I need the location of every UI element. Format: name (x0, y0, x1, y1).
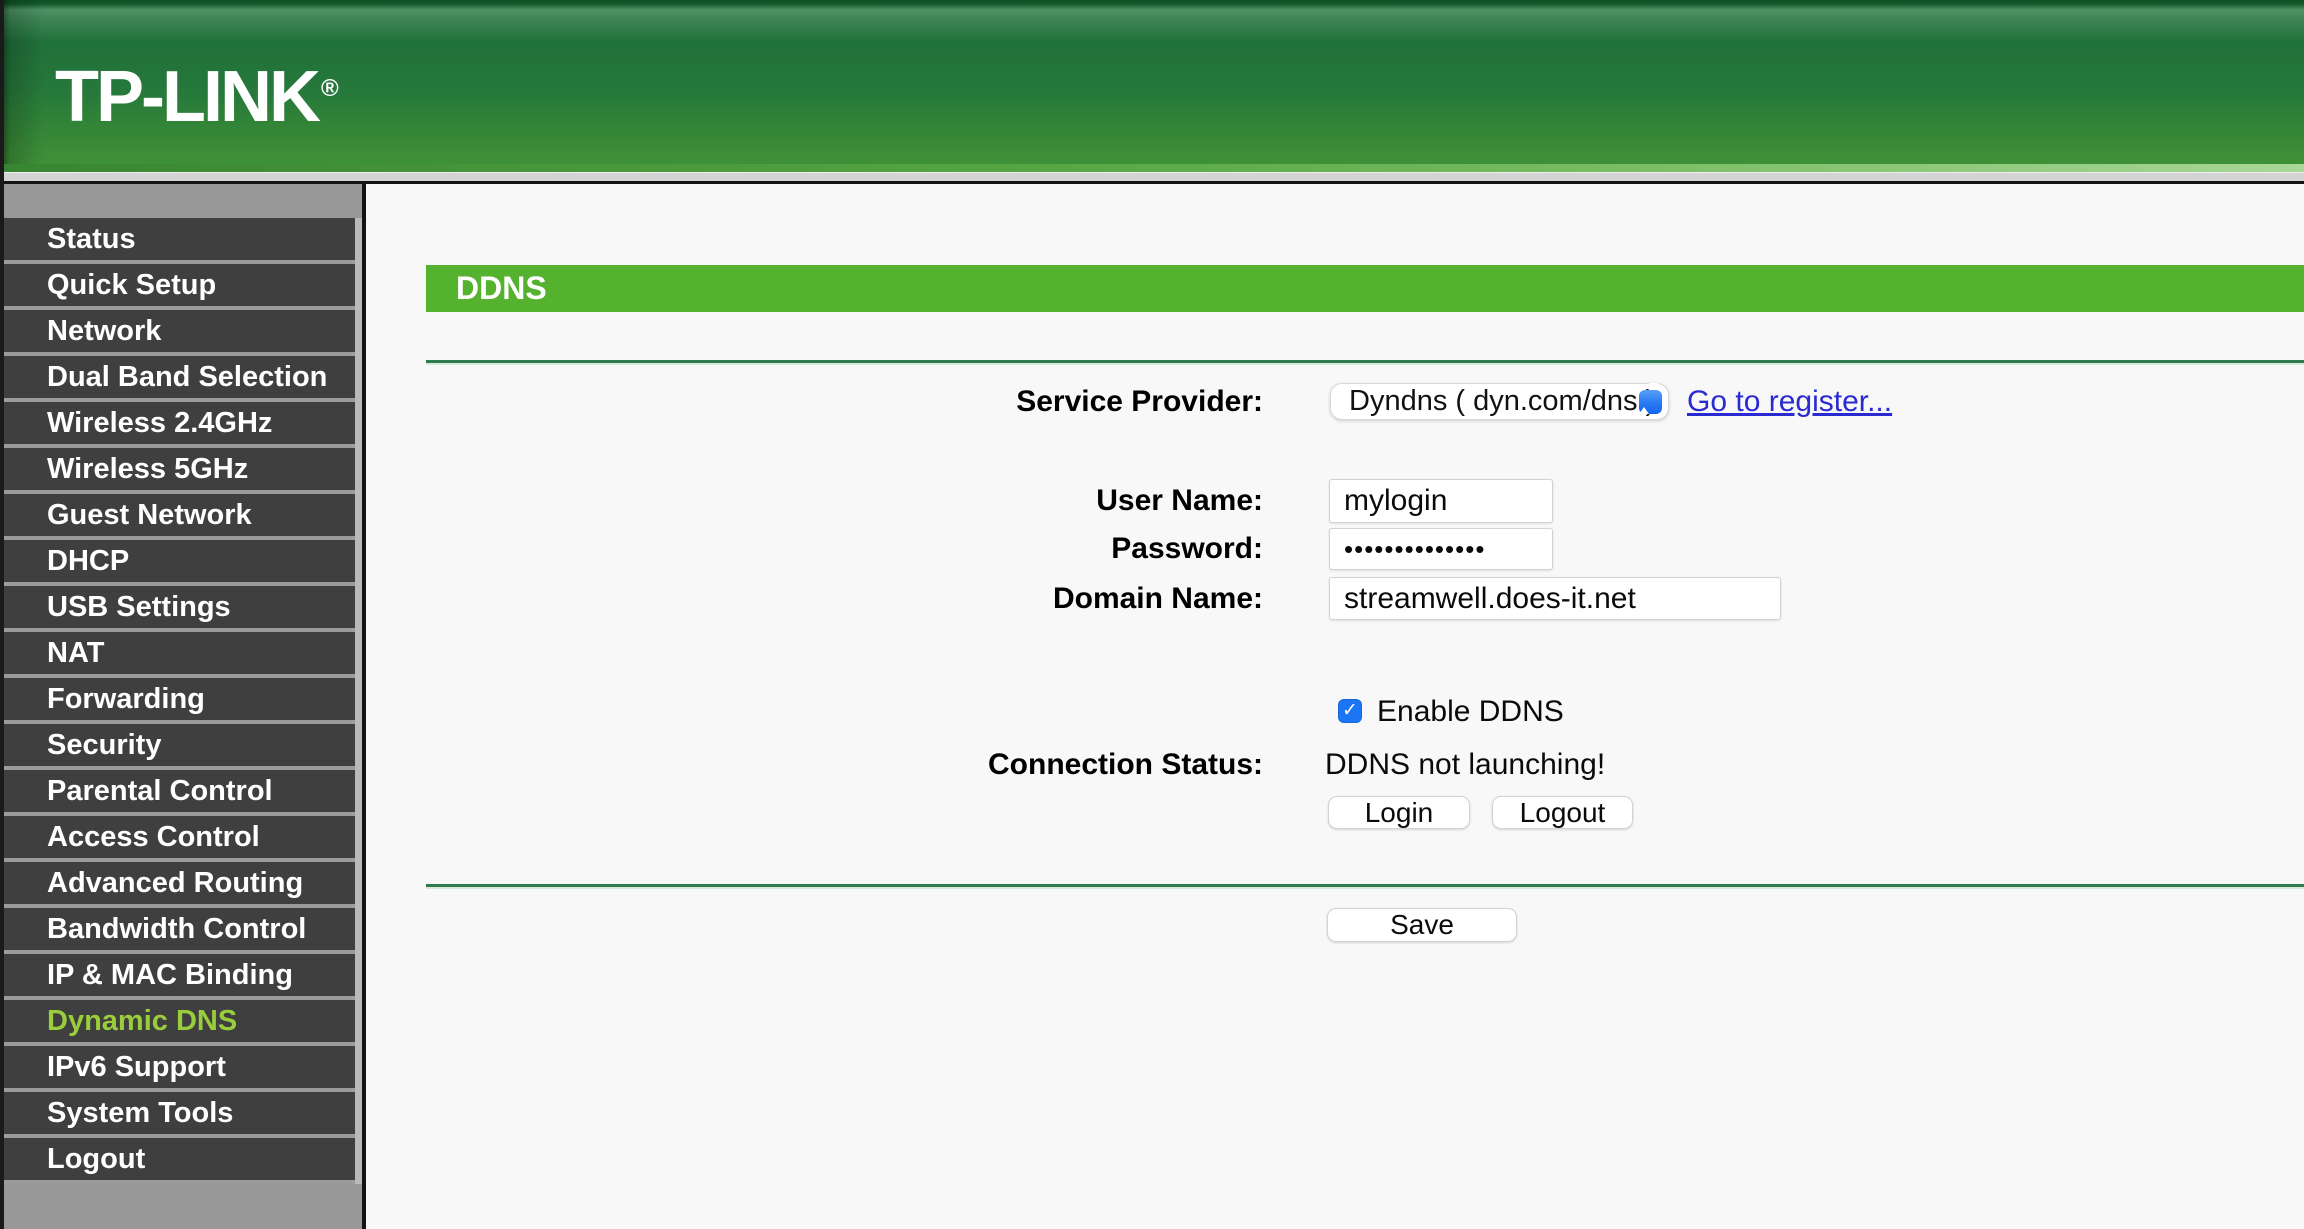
password-label: Password: (1111, 532, 1263, 565)
domain-name-input[interactable] (1329, 577, 1781, 620)
sidebar-item-wireless-5ghz[interactable]: Wireless 5GHz (0, 448, 355, 494)
go-to-register-link[interactable]: Go to register... (1687, 385, 1892, 419)
sidebar-item-logout[interactable]: Logout (0, 1138, 355, 1184)
content-panel: DDNS Service Provider: Dyndns ( dyn.com/… (366, 184, 2304, 1229)
sidebar-item-quick-setup[interactable]: Quick Setup (0, 264, 355, 310)
logo-text: TP-LINK (55, 57, 321, 137)
sidebar-item-dhcp[interactable]: DHCP (0, 540, 355, 586)
page-left-border (0, 0, 4, 1229)
login-button[interactable]: Login (1328, 796, 1470, 829)
bottom-divider (426, 884, 2304, 889)
sidebar-item-ipv6-support[interactable]: IPv6 Support (0, 1046, 355, 1092)
sidebar-item-security[interactable]: Security (0, 724, 355, 770)
sidebar-nav: Status Quick Setup Network Dual Band Select… (0, 184, 366, 1229)
sidebar-item-access-control[interactable]: Access Control (0, 816, 355, 862)
top-divider (426, 360, 2304, 365)
chevron-down-icon (1649, 383, 1659, 407)
sidebar-item-parental-control[interactable]: Parental Control (0, 770, 355, 816)
page-title: DDNS (426, 265, 2304, 312)
registered-trademark-symbol: ® (320, 75, 339, 102)
save-button[interactable]: Save (1327, 908, 1517, 942)
sidebar-item-ip-mac-binding[interactable]: IP & MAC Binding (0, 954, 355, 1000)
sidebar-item-network[interactable]: Network (0, 310, 355, 356)
sidebar-item-dual-band-selection[interactable]: Dual Band Selection (0, 356, 355, 402)
tp-link-logo: TP-LINK ® (55, 56, 339, 138)
service-provider-selected-value: Dyndns ( dyn.com/dns ) (1349, 385, 1656, 417)
sidebar-item-status[interactable]: Status (0, 218, 355, 264)
main-area: Status Quick Setup Network Dual Band Select… (0, 184, 2304, 1229)
connection-status-value: DDNS not launching! (1325, 748, 1606, 781)
user-name-input[interactable] (1329, 479, 1553, 523)
chevron-up-icon (1639, 390, 1649, 414)
sidebar-right-strip (355, 218, 362, 1184)
router-admin-page: TP-LINK ® Status Quick Setup Network Dual Ba… (0, 0, 2304, 1229)
sidebar-item-guest-network[interactable]: Guest Network (0, 494, 355, 540)
header-light-green-strip (0, 164, 2304, 172)
sidebar-item-advanced-routing[interactable]: Advanced Routing (0, 862, 355, 908)
password-input[interactable] (1329, 528, 1553, 570)
sidebar-item-wireless-2-4ghz[interactable]: Wireless 2.4GHz (0, 402, 355, 448)
connection-status-label: Connection Status: (988, 748, 1263, 781)
service-provider-label: Service Provider: (1016, 385, 1263, 418)
domain-name-label: Domain Name: (1052, 582, 1263, 615)
service-provider-select[interactable]: Dyndns ( dyn.com/dns ) (1330, 383, 1669, 420)
sidebar-item-dynamic-dns[interactable]: Dynamic DNS (0, 1000, 355, 1046)
header-green-gradient: TP-LINK ® (0, 0, 2304, 164)
sidebar-item-nat[interactable]: NAT (0, 632, 355, 678)
select-stepper-icon (1639, 383, 1662, 414)
sidebar-item-system-tools[interactable]: System Tools (0, 1092, 355, 1138)
sidebar-item-forwarding[interactable]: Forwarding (0, 678, 355, 724)
header-gray-strip (0, 172, 2304, 181)
user-name-label: User Name: (1096, 484, 1263, 517)
sidebar-item-usb-settings[interactable]: USB Settings (0, 586, 355, 632)
sidebar-menu: Status Quick Setup Network Dual Band Select… (0, 218, 355, 1184)
header-banner: TP-LINK ® (0, 0, 2304, 184)
sidebar-item-bandwidth-control[interactable]: Bandwidth Control (0, 908, 355, 954)
enable-ddns-label: Enable DDNS (1377, 695, 1564, 728)
logout-button[interactable]: Logout (1492, 796, 1633, 829)
enable-ddns-checkbox[interactable]: ✓ (1338, 699, 1362, 723)
